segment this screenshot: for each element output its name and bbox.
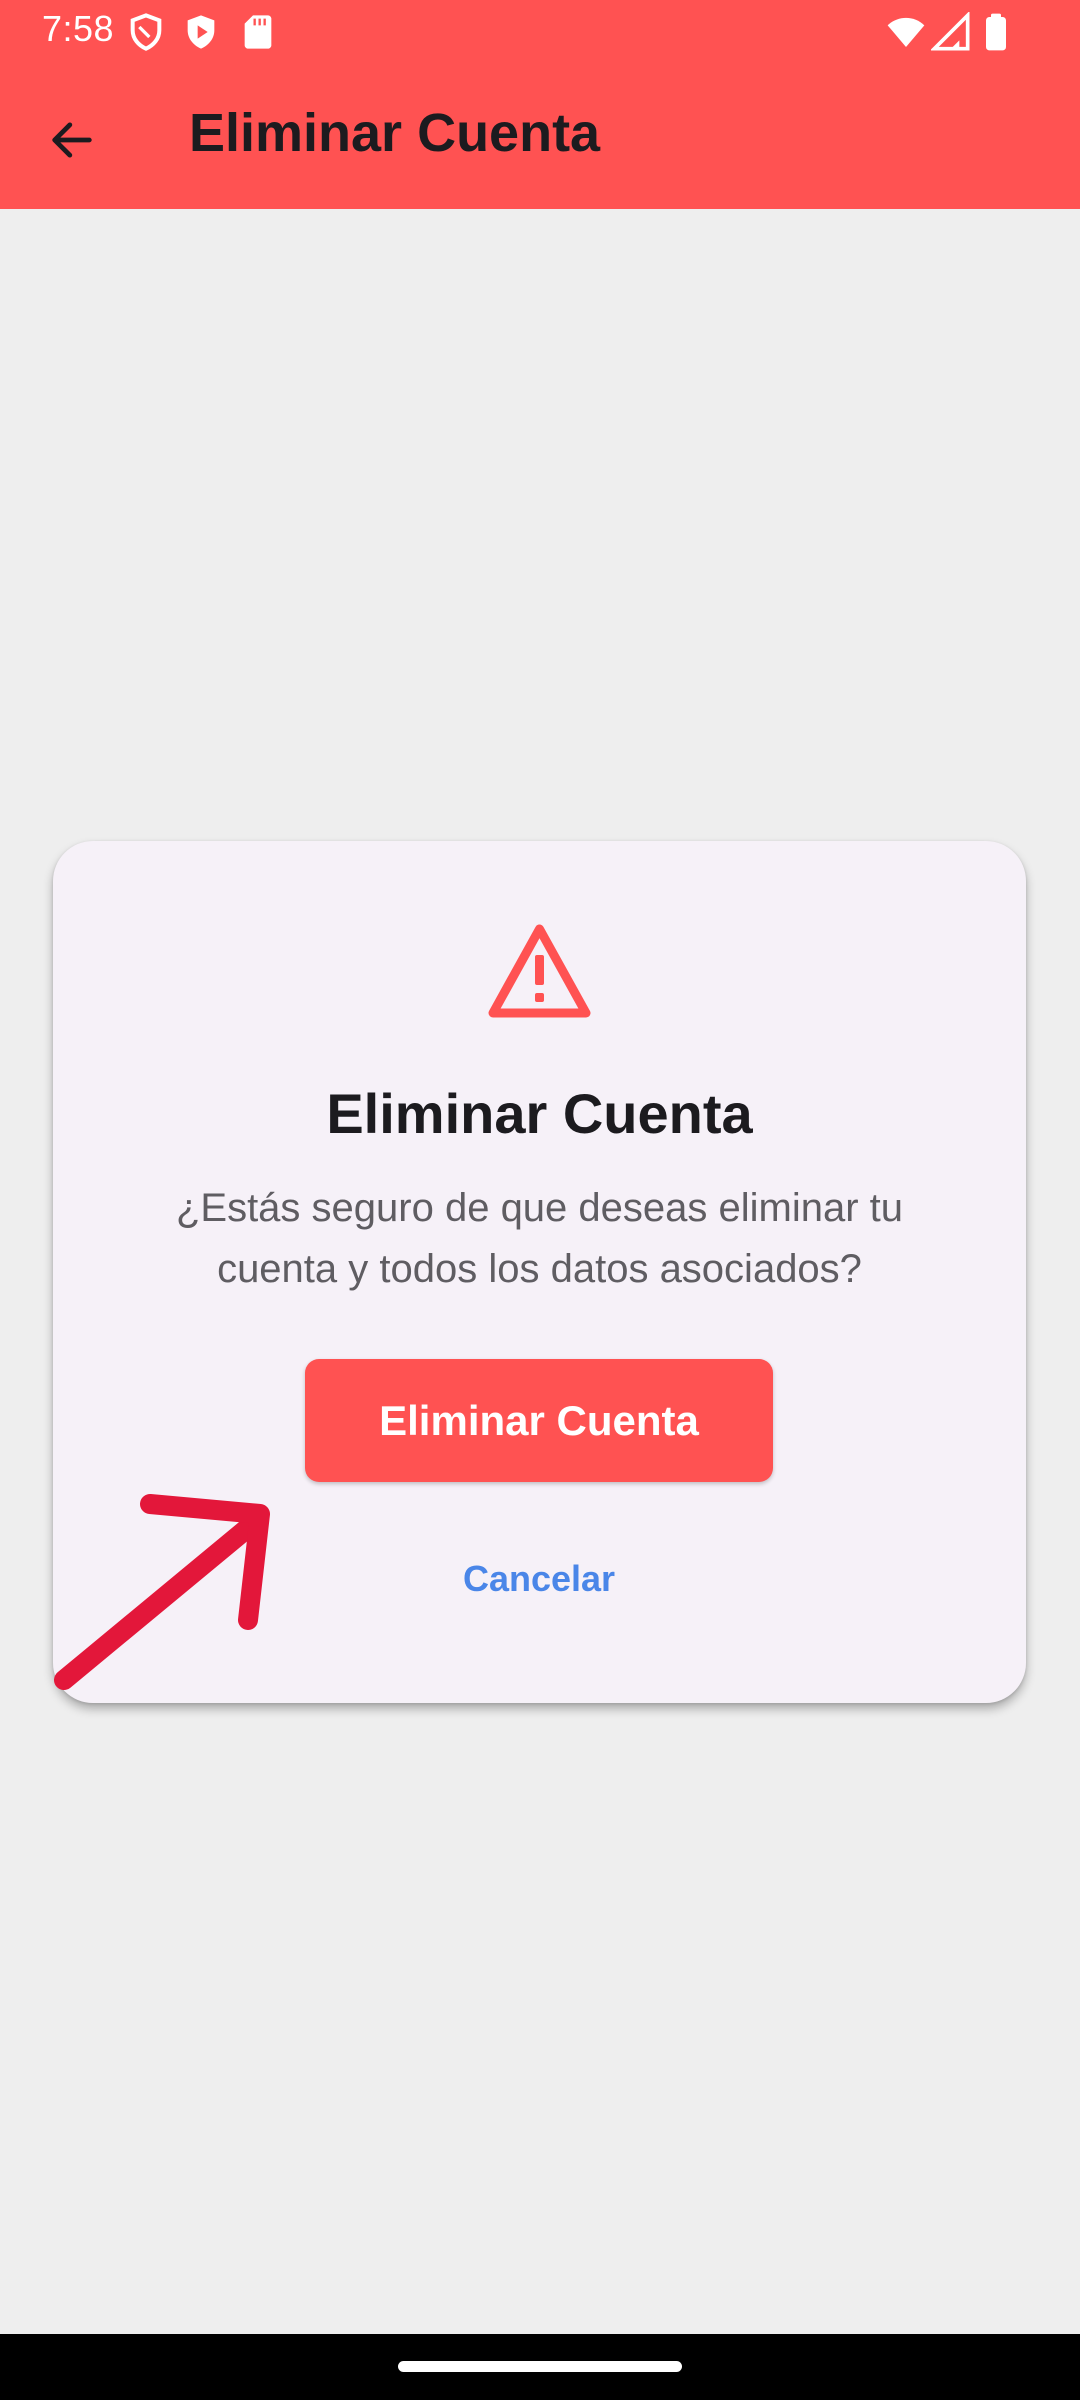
play-shield-icon	[187, 15, 215, 49]
cancel-button[interactable]: Cancelar	[439, 1539, 639, 1619]
status-time: 7:58	[42, 8, 115, 49]
status-bar: 7:58	[0, 0, 1080, 60]
dialog-title: Eliminar Cuenta	[326, 1082, 753, 1145]
wifi-icon	[887, 17, 925, 47]
home-indicator[interactable]	[398, 2361, 682, 2372]
back-button[interactable]	[30, 98, 114, 182]
shield-icon	[130, 13, 162, 51]
navigation-bar	[0, 2334, 1080, 2400]
toolbar: Eliminar Cuenta	[0, 60, 1080, 209]
arrow-back-icon	[52, 122, 92, 158]
page-title: Eliminar Cuenta	[189, 103, 601, 163]
delete-account-button-label: Eliminar Cuenta	[379, 1396, 699, 1444]
sd-card-icon	[244, 15, 272, 49]
delete-account-button[interactable]: Eliminar Cuenta	[305, 1359, 773, 1482]
dialog-message: ¿Estás seguro de que deseas eliminar tu …	[175, 1186, 904, 1291]
signal-icon	[931, 12, 970, 51]
warning-icon	[488, 924, 591, 1018]
app-bar: 7:58 Eliminar Cuenta	[0, 0, 1080, 209]
annotation-arrow-icon	[54, 1494, 270, 1690]
battery-icon	[986, 13, 1006, 51]
cancel-button-label: Cancelar	[462, 1558, 616, 1599]
